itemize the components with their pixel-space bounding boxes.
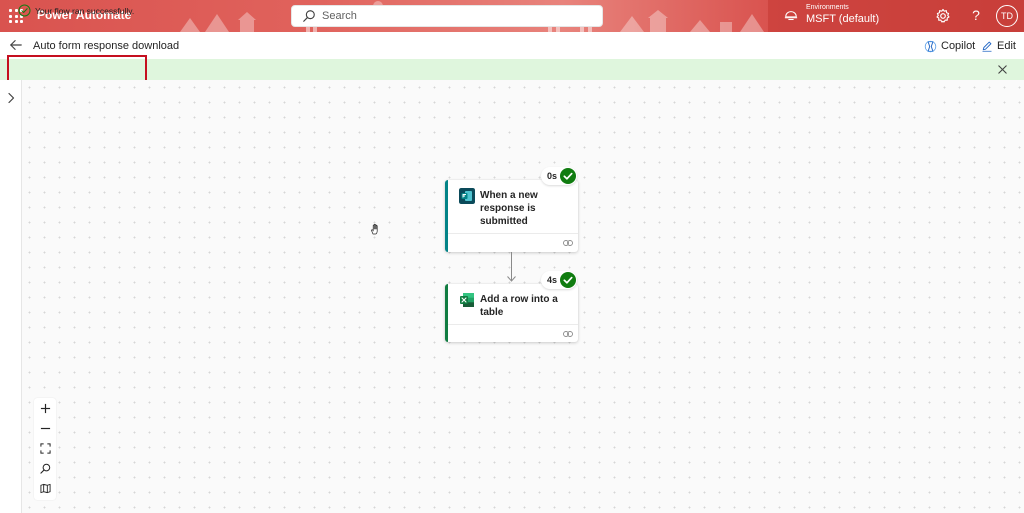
- search-box[interactable]: [291, 5, 603, 27]
- pencil-icon: [982, 41, 992, 52]
- card-accent: [445, 284, 448, 342]
- step-duration: 0s: [547, 171, 558, 181]
- step-status-badge: 0s: [541, 167, 577, 185]
- app-header: Power Automate Environments MSFT (defaul…: [0, 0, 1024, 32]
- chevron-right-icon[interactable]: [6, 92, 16, 104]
- left-rail: [0, 80, 22, 513]
- environment-name[interactable]: MSFT (default): [806, 13, 879, 25]
- success-check-circle-icon: [18, 4, 31, 17]
- copilot-button[interactable]: Copilot: [924, 38, 975, 54]
- minimap-icon: [39, 483, 51, 493]
- search-icon: [39, 463, 50, 474]
- settings-gear-icon[interactable]: [935, 8, 951, 24]
- success-check-icon: [560, 168, 577, 184]
- environment-label: Environments: [806, 4, 849, 11]
- user-avatar[interactable]: TD: [996, 5, 1018, 27]
- flow-title: Auto form response download: [33, 40, 180, 52]
- success-message-bar: [0, 59, 1024, 80]
- edit-label: Edit: [997, 40, 1016, 52]
- forms-icon: [459, 188, 475, 204]
- step-duration: 4s: [547, 275, 558, 285]
- environment-icon: [784, 11, 798, 21]
- step-label: When a new response is submitted: [480, 190, 538, 227]
- zoom-out-button[interactable]: [34, 418, 56, 438]
- excel-icon: [460, 293, 474, 307]
- help-icon[interactable]: ?: [970, 7, 982, 23]
- flow-step-trigger-card[interactable]: When a new response is submitted: [445, 180, 578, 252]
- search-input[interactable]: [322, 10, 582, 22]
- flow-step-action-card[interactable]: Add a row into a table: [445, 284, 578, 342]
- minimap-button[interactable]: [34, 478, 56, 498]
- canvas-zoom-controls: [34, 398, 56, 500]
- card-divider: [448, 324, 578, 325]
- step-label: Add a row into a table: [480, 294, 558, 318]
- zoom-out-icon: [40, 427, 50, 429]
- copilot-icon: [924, 40, 937, 52]
- zoom-in-icon: [40, 403, 50, 413]
- zoom-in-button[interactable]: [34, 398, 56, 418]
- step-status-badge: 4s: [541, 271, 577, 289]
- edit-button[interactable]: Edit: [981, 38, 1016, 54]
- close-icon[interactable]: [997, 64, 1008, 75]
- connector-arrow-icon: [507, 276, 516, 282]
- link-icon[interactable]: [563, 330, 573, 338]
- success-check-icon: [560, 272, 577, 288]
- copilot-label: Copilot: [941, 40, 976, 52]
- command-bar: Auto form response download Copilot Edit: [0, 32, 1024, 59]
- card-divider: [448, 233, 578, 234]
- link-icon[interactable]: [563, 239, 573, 247]
- annotation-highlight-box: [7, 55, 147, 83]
- search-icon: [303, 10, 315, 22]
- back-arrow-icon[interactable]: [9, 38, 23, 52]
- success-message-text: Your flow ran successfully.: [35, 6, 135, 16]
- find-node-button[interactable]: [34, 458, 56, 478]
- card-accent: [445, 180, 448, 252]
- fit-view-button[interactable]: [34, 438, 56, 458]
- fit-view-icon: [39, 442, 51, 454]
- hand-cursor-icon: [371, 223, 378, 235]
